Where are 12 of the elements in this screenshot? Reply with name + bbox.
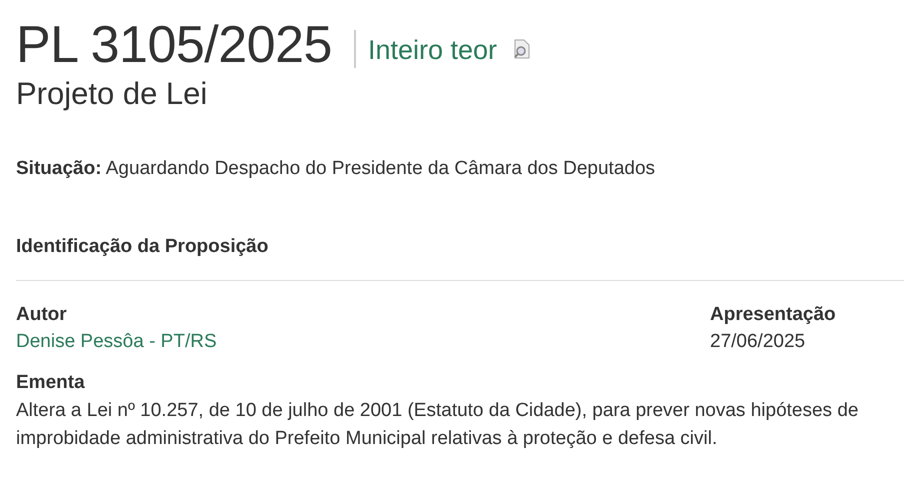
field-value: 27/06/2025 bbox=[710, 330, 806, 354]
document-search-icon[interactable] bbox=[513, 39, 532, 59]
field-label: Autor bbox=[16, 303, 68, 327]
author-link[interactable]: Denise Pessôa - PT/RS bbox=[16, 331, 217, 352]
page-title: PL 3105/2025 bbox=[16, 15, 332, 76]
status-text: Situação: Aguardando Despacho do Presidente da Câmara dos Deputados bbox=[16, 158, 656, 180]
page-subtitle: Projeto de Lei bbox=[16, 76, 208, 112]
summary-text: Altera a Lei nº 10.257, de 10 de julho de 2001 (Estatuto da Cidade), para prever novas hipóteses de improbidade administrativa do Prefeito Municipal relativas à proteção e defesa civil. bbox=[16, 399, 860, 451]
field-label: Ementa bbox=[16, 371, 86, 395]
field-label: Apresentação bbox=[710, 303, 837, 327]
full-text-link[interactable]: Inteiro teor bbox=[368, 34, 498, 66]
section-title: Identificação da Proposição bbox=[16, 236, 270, 258]
